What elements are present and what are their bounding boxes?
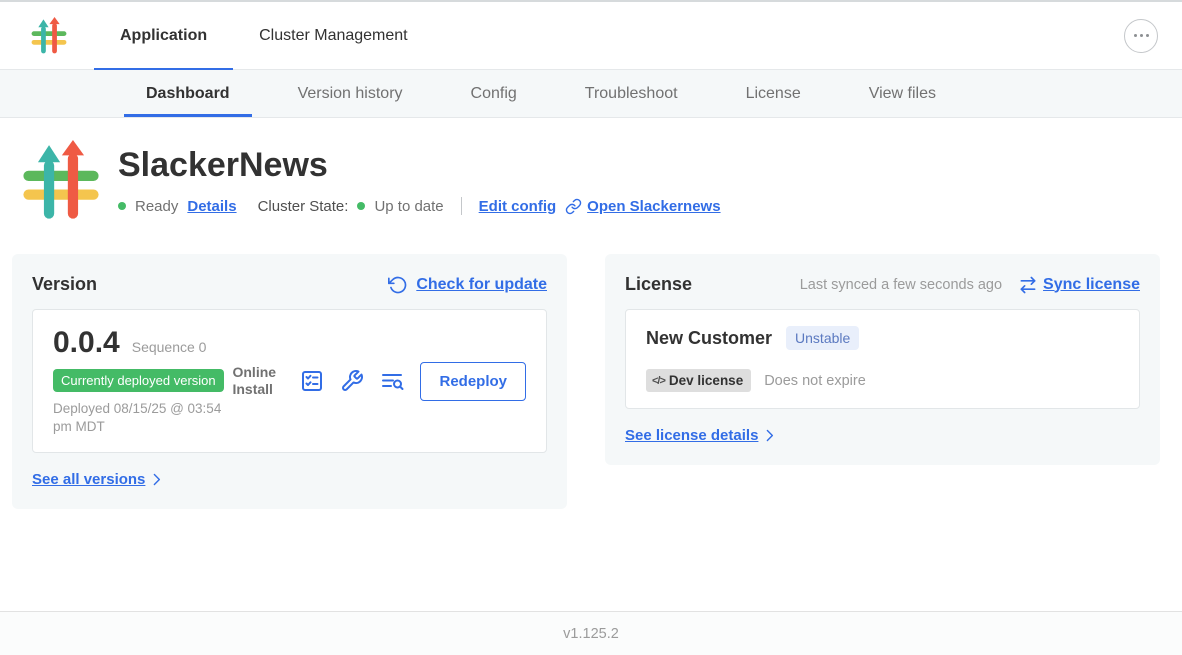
- tab-dashboard[interactable]: Dashboard: [112, 70, 264, 117]
- install-type-label: Online Install: [232, 364, 284, 399]
- version-card: Version Check for update 0.0.4 Sequence …: [12, 254, 567, 509]
- check-for-update-link[interactable]: Check for update: [388, 275, 547, 295]
- sequence-label: Sequence 0: [132, 339, 207, 355]
- tab-view-files[interactable]: View files: [835, 70, 970, 117]
- app-logo-small[interactable]: [30, 2, 68, 69]
- checklist-icon: [300, 369, 324, 393]
- tab-config-label: Config: [471, 85, 517, 103]
- license-type-label: Dev license: [669, 373, 743, 388]
- version-card-title: Version: [32, 274, 97, 295]
- details-link[interactable]: Details: [187, 198, 236, 215]
- see-license-details-label: See license details: [625, 427, 758, 444]
- check-for-update-label: Check for update: [416, 276, 547, 294]
- license-card-title: License: [625, 274, 692, 295]
- tab-version-history-label: Version history: [298, 85, 403, 103]
- last-synced-text: Last synced a few seconds ago: [800, 277, 1002, 293]
- open-app-link-label: Open Slackernews: [587, 198, 720, 215]
- license-expiration-text: Does not expire: [764, 373, 866, 389]
- wrench-icon: [340, 369, 364, 393]
- app-status-text: Ready: [135, 198, 178, 215]
- license-details-panel: New Customer Unstable </> Dev license Do…: [625, 309, 1140, 409]
- chevron-right-icon: [761, 427, 778, 444]
- edit-config-link[interactable]: Edit config: [479, 198, 557, 215]
- tab-troubleshoot[interactable]: Troubleshoot: [551, 70, 712, 117]
- top-navbar: Application Cluster Management: [0, 2, 1182, 70]
- version-number: 0.0.4: [53, 326, 120, 360]
- tab-view-files-label: View files: [869, 85, 936, 103]
- license-card: License Last synced a few seconds ago Sy…: [605, 254, 1160, 465]
- open-app-link[interactable]: Open Slackernews: [565, 198, 720, 215]
- app-status-row: Ready Details Cluster State: Up to date …: [118, 197, 721, 215]
- console-footer: v1.125.2: [0, 611, 1182, 655]
- refresh-icon: [388, 275, 408, 295]
- app-sub-navbar: Dashboard Version history Config Trouble…: [0, 70, 1182, 118]
- deployed-timestamp: Deployed 08/15/25 @ 03:54 pm MDT: [53, 400, 232, 436]
- cluster-state-label: Cluster State:: [258, 198, 349, 215]
- app-status-dot: [118, 202, 126, 210]
- divider: [461, 197, 462, 215]
- tab-application[interactable]: Application: [94, 2, 233, 69]
- tab-cluster-management-label: Cluster Management: [259, 27, 408, 45]
- sync-license-label: Sync license: [1043, 276, 1140, 294]
- channel-badge: Unstable: [786, 326, 859, 350]
- customer-name: New Customer: [646, 328, 772, 349]
- console-version-text: v1.125.2: [563, 626, 619, 642]
- tab-cluster-management[interactable]: Cluster Management: [233, 2, 434, 69]
- deploy-logs-button[interactable]: [380, 369, 404, 393]
- sync-license-link[interactable]: Sync license: [1018, 275, 1140, 295]
- slackernews-logo-icon: [30, 17, 68, 55]
- sync-arrows-icon: [1018, 275, 1038, 295]
- see-all-versions-link[interactable]: See all versions: [32, 471, 165, 488]
- page-title: SlackerNews: [118, 146, 721, 185]
- logs-icon: [380, 369, 404, 393]
- tab-config[interactable]: Config: [437, 70, 551, 117]
- tab-application-label: Application: [120, 27, 207, 45]
- preflight-checks-button[interactable]: [300, 369, 324, 393]
- redeploy-button[interactable]: Redeploy: [420, 362, 526, 401]
- tab-version-history[interactable]: Version history: [264, 70, 437, 117]
- link-icon: [565, 198, 582, 215]
- tab-license-label: License: [746, 85, 801, 103]
- overflow-menu-button[interactable]: [1124, 19, 1158, 53]
- top-nav-tabs: Application Cluster Management: [94, 2, 434, 69]
- see-all-versions-label: See all versions: [32, 471, 145, 488]
- license-type-badge: </> Dev license: [646, 369, 751, 392]
- see-license-details-link[interactable]: See license details: [625, 427, 778, 444]
- deployed-status-badge: Currently deployed version: [53, 369, 224, 392]
- cluster-state-dot: [357, 202, 365, 210]
- chevron-right-icon: [148, 471, 165, 488]
- tab-dashboard-label: Dashboard: [146, 85, 230, 103]
- dashboard-cards: Version Check for update 0.0.4 Sequence …: [0, 254, 1182, 509]
- ellipsis-icon: [1134, 34, 1137, 37]
- cluster-state-value: Up to date: [374, 198, 443, 215]
- app-header: SlackerNews Ready Details Cluster State:…: [0, 118, 1182, 228]
- tab-troubleshoot-label: Troubleshoot: [585, 85, 678, 103]
- current-version-panel: 0.0.4 Sequence 0 Currently deployed vers…: [32, 309, 547, 453]
- code-icon: </>: [652, 375, 665, 387]
- tab-license[interactable]: License: [712, 70, 835, 117]
- view-config-button[interactable]: [340, 369, 364, 393]
- app-logo-large: [20, 140, 102, 222]
